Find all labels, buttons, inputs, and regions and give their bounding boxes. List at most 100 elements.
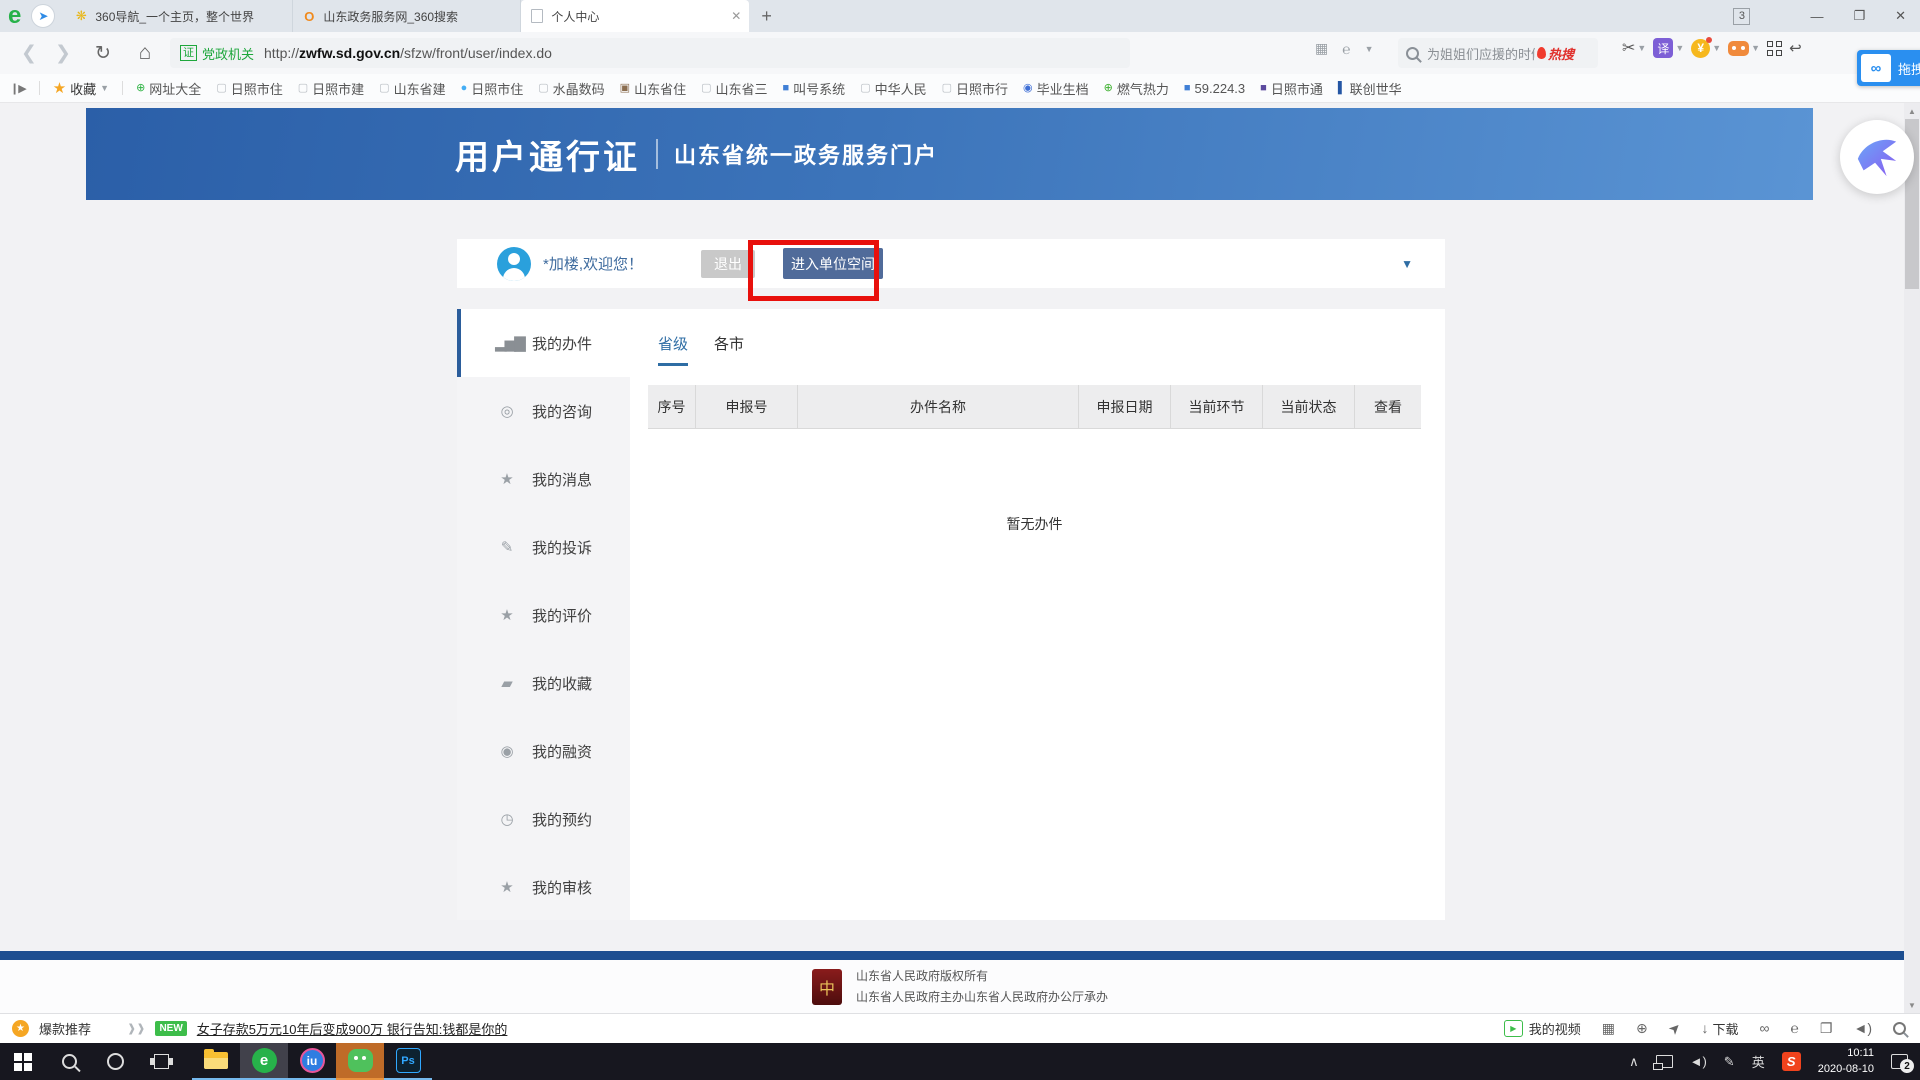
double-chevron-icon[interactable]: ❱❱ (127, 1022, 145, 1035)
bookmark-item[interactable]: ▢ 日照市建 (298, 79, 364, 98)
bookmark-item[interactable]: ▣ 山东省住 (620, 79, 686, 98)
photoshop-button[interactable]: Ps (384, 1043, 432, 1080)
browser-logo-icon[interactable]: e (8, 1, 21, 31)
window-layout-icon[interactable]: ❐ (1820, 1020, 1833, 1037)
home-icon[interactable]: ⌂ (132, 41, 158, 65)
undo-arrow-icon[interactable]: ↩ (1789, 39, 1802, 57)
tab-favicon (529, 8, 545, 24)
forward-icon[interactable]: ❯ (50, 42, 76, 65)
news-headline-link[interactable]: 女子存款5万元10年后变成900万 银行告知:钱都是你的 (197, 1019, 508, 1038)
sidebar-item[interactable]: ▰ 我的收藏 (457, 649, 630, 717)
ime-language-indicator[interactable]: 英 (1752, 1052, 1765, 1071)
level-tab[interactable]: 各市 (714, 333, 744, 366)
browser-360-button[interactable]: e (240, 1043, 288, 1080)
window-restore-button[interactable]: ❐ (1853, 8, 1865, 24)
browser-mode-icon[interactable]: ℮ (1791, 1020, 1799, 1036)
browser-tab-3-active[interactable]: 个人中心 ✕ (521, 0, 749, 32)
file-explorer-button[interactable] (192, 1043, 240, 1080)
bookmark-item[interactable]: ■ 59.224.3 (1184, 81, 1245, 96)
user-dropdown-icon[interactable]: ▼ (1401, 257, 1413, 271)
screenshot-tool[interactable]: ✂▼ (1622, 38, 1646, 58)
sidebar-item[interactable]: ★ 我的审核 (457, 853, 630, 920)
volume-icon[interactable]: ◄) (1690, 1054, 1707, 1069)
window-minimize-button[interactable]: — (1810, 9, 1823, 24)
browser-search-box[interactable]: 热搜 (1398, 38, 1598, 68)
games-tool[interactable]: ▼ (1728, 41, 1760, 56)
bookmark-item[interactable]: ■ 日照市通 (1260, 79, 1323, 98)
pen-input-icon[interactable]: ✎ (1724, 1054, 1735, 1070)
bookmark-item[interactable]: ⊕ 网址大全 (136, 79, 201, 98)
cortana-button[interactable] (92, 1043, 138, 1080)
bookmark-item[interactable]: ⊕ 燃气热力 (1104, 79, 1169, 98)
download-manager-float-icon[interactable] (1840, 120, 1914, 194)
bookmark-item[interactable]: ◉ 毕业生档 (1023, 79, 1089, 98)
enter-unit-space-button[interactable]: 进入单位空间 (783, 248, 883, 279)
sidebar-item[interactable]: ◷ 我的预约 (457, 785, 630, 853)
scrollbar-down-icon[interactable]: ▼ (1904, 997, 1920, 1013)
bookmark-item[interactable]: ▢ 山东省建 (379, 79, 445, 98)
sidebar-item[interactable]: ◎ 我的咨询 (457, 377, 630, 445)
sidebar-item[interactable]: ▂▅▇ 我的办件 (457, 309, 630, 377)
hot-search-label[interactable]: 热搜 (1548, 44, 1574, 63)
bookmarks-expand-icon[interactable]: ❙▶ (10, 82, 26, 95)
wechat-button[interactable] (336, 1043, 384, 1080)
download-button[interactable]: ↓ 下载 (1702, 1019, 1739, 1038)
image-tool-icon[interactable]: ▦ (1602, 1020, 1615, 1037)
start-button[interactable] (0, 1043, 46, 1080)
search-input[interactable] (1425, 45, 1537, 62)
booster-rocket-icon[interactable]: ➤ (1664, 1018, 1684, 1038)
chevron-down-icon[interactable]: ▼ (1365, 44, 1374, 54)
tab-title: 个人中心 (551, 8, 725, 25)
recommend-star-icon[interactable]: ★ (12, 1020, 29, 1037)
bookmark-item[interactable]: ■ 叫号系统 (783, 79, 846, 98)
browser-menu-icon[interactable]: ℮ (1342, 41, 1350, 57)
scrollbar-up-icon[interactable]: ▲ (1904, 103, 1920, 119)
sidebar-item-label: 我的融资 (532, 741, 592, 762)
new-tab-button[interactable]: + (761, 6, 772, 27)
speaker-icon[interactable]: ◄) (1853, 1020, 1872, 1036)
page-scrollbar[interactable]: ▲ ▼ (1904, 103, 1920, 1013)
bookmark-item[interactable]: ▢ 山东省三 (701, 79, 767, 98)
browser-tab-2[interactable]: O 山东政务服务网_360搜索 (293, 0, 521, 32)
recommend-label[interactable]: 爆款推荐 (39, 1019, 91, 1038)
cloud-drag-tip[interactable]: ∞ 拖拽 (1857, 50, 1920, 86)
bookmark-item[interactable]: ▢ 日照市住 (216, 79, 282, 98)
bookmark-favicon: ▢ (942, 83, 952, 94)
navigation-compass-icon[interactable]: ➤ (31, 4, 55, 28)
sidebar-item[interactable]: ✎ 我的投诉 (457, 513, 630, 581)
incognito-glasses-icon[interactable]: ∞ (1760, 1020, 1770, 1036)
tab-count-badge[interactable]: 3 (1733, 8, 1750, 25)
network-icon[interactable] (1656, 1055, 1673, 1068)
hidden-icons-chevron[interactable]: ∧ (1629, 1054, 1639, 1070)
back-icon[interactable]: ❮ (16, 42, 42, 65)
tab-close-icon[interactable]: ✕ (731, 9, 741, 23)
iu-app-button[interactable]: iu (288, 1043, 336, 1080)
logout-button[interactable]: 退出 (701, 250, 755, 278)
zoom-search-icon[interactable] (1893, 1022, 1906, 1035)
bookmark-item[interactable]: ▢ 中华人民 (860, 79, 926, 98)
favorites-button[interactable]: ★ 收藏 ▼ (53, 79, 109, 98)
translate-tool[interactable]: 译▼ (1653, 38, 1684, 58)
browser-tab-1[interactable]: ❋ 360导航_一个主页，整个世界 (65, 0, 293, 32)
qr-code-icon[interactable]: ▦ (1315, 40, 1328, 57)
refresh-icon[interactable]: ↻ (90, 42, 116, 65)
action-center-icon[interactable]: 2 (1891, 1054, 1908, 1069)
level-tab[interactable]: 省级 (658, 333, 688, 366)
wallet-tool[interactable]: ¥▼ (1691, 39, 1721, 58)
bookmark-item[interactable]: ▢ 水晶数码 (538, 79, 604, 98)
bookmark-item[interactable]: ▌ 联创世华 (1338, 79, 1402, 98)
taskbar-search-button[interactable] (46, 1043, 92, 1080)
apps-grid-icon[interactable] (1767, 41, 1782, 56)
bookmark-item[interactable]: ▢ 日照市行 (942, 79, 1008, 98)
sidebar-item[interactable]: ★ 我的消息 (457, 445, 630, 513)
window-close-button[interactable]: ✕ (1895, 8, 1906, 24)
address-bar[interactable]: 证 党政机关 http://zwfw.sd.gov.cn/sfzw/front/… (170, 38, 1130, 68)
bookmark-item[interactable]: ● 日照市住 (461, 79, 524, 98)
history-tool-icon[interactable]: ⊕ (1636, 1020, 1648, 1037)
sidebar-item[interactable]: ★ 我的评价 (457, 581, 630, 649)
my-video-button[interactable]: ▶ 我的视频 (1504, 1019, 1581, 1038)
task-view-button[interactable] (138, 1043, 184, 1080)
sogou-input-icon[interactable]: S (1782, 1052, 1801, 1071)
taskbar-clock[interactable]: 10:11 2020-08-10 (1818, 1046, 1874, 1077)
sidebar-item[interactable]: ◉ 我的融资 (457, 717, 630, 785)
